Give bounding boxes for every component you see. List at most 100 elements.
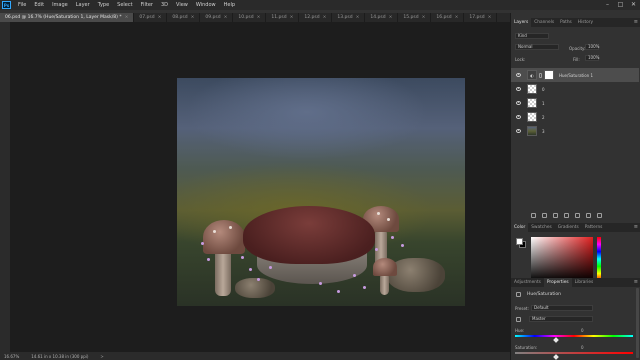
flower bbox=[353, 274, 356, 277]
adjustment-layer-icon[interactable] bbox=[564, 213, 569, 218]
tab-adjustments[interactable]: Adjustments bbox=[511, 278, 544, 287]
panel-menu-icon[interactable]: ≡ bbox=[634, 18, 640, 27]
panel-menu-icon[interactable]: ≡ bbox=[634, 223, 640, 232]
tab-swatches[interactable]: Swatches bbox=[528, 223, 555, 232]
tab-properties[interactable]: Properties bbox=[543, 278, 572, 287]
tab-document[interactable]: 17.psd × bbox=[464, 13, 498, 22]
menu-file[interactable]: File bbox=[14, 0, 30, 10]
tab-document[interactable]: 14.psd × bbox=[365, 13, 399, 22]
tab-history[interactable]: History bbox=[575, 18, 596, 27]
menu-3d[interactable]: 3D bbox=[157, 0, 172, 10]
fx-icon[interactable] bbox=[542, 213, 547, 218]
tab-document[interactable]: 12.psd × bbox=[299, 13, 333, 22]
menu-edit[interactable]: Edit bbox=[30, 0, 48, 10]
menu-view[interactable]: View bbox=[172, 0, 192, 10]
menu-filter[interactable]: Filter bbox=[137, 0, 157, 10]
tab-document[interactable]: 16.psd × bbox=[431, 13, 465, 22]
menu-image[interactable]: Image bbox=[48, 0, 72, 10]
menu-select[interactable]: Select bbox=[113, 0, 136, 10]
targeted-adjustment-icon[interactable] bbox=[516, 317, 521, 322]
close-icon[interactable]: × bbox=[191, 15, 195, 20]
layer-filter-kind[interactable]: Kind bbox=[515, 33, 549, 39]
close-icon[interactable]: × bbox=[488, 15, 492, 20]
tab-document[interactable]: 08.psd × bbox=[167, 13, 201, 22]
flower bbox=[337, 290, 340, 293]
tab-gradients[interactable]: Gradients bbox=[555, 223, 582, 232]
app-logo: Ps bbox=[2, 1, 11, 9]
close-icon[interactable]: × bbox=[356, 15, 360, 20]
cap-spot bbox=[229, 226, 232, 229]
tab-document[interactable]: 09.psd × bbox=[200, 13, 234, 22]
tab-document[interactable]: 10.psd × bbox=[233, 13, 267, 22]
hue-value[interactable]: 0 bbox=[581, 328, 584, 333]
layer-row[interactable]: 1 bbox=[511, 96, 639, 110]
close-icon[interactable]: × bbox=[125, 15, 129, 20]
eye-icon[interactable] bbox=[516, 87, 521, 91]
tab-patterns[interactable]: Patterns bbox=[582, 223, 606, 232]
menu-layer[interactable]: Layer bbox=[72, 0, 94, 10]
tab-document[interactable]: 15.psd × bbox=[398, 13, 432, 22]
eye-icon[interactable] bbox=[516, 115, 521, 119]
preset-select[interactable]: Default bbox=[531, 305, 593, 311]
layer-row[interactable]: ◐ Hue/Saturation 1 bbox=[511, 68, 639, 82]
menu-window[interactable]: Window bbox=[192, 0, 220, 10]
document-canvas[interactable] bbox=[177, 78, 465, 306]
eye-icon[interactable] bbox=[516, 129, 521, 133]
tab-document[interactable]: 07.psd × bbox=[134, 13, 168, 22]
document-tab-bar: 06.psd @ 16.7% (Hue/Saturation 1, Layer … bbox=[0, 13, 510, 22]
opacity-input[interactable]: 100% bbox=[585, 44, 599, 50]
trash-icon[interactable] bbox=[597, 213, 602, 218]
hue-saturation-icon bbox=[516, 292, 521, 297]
link-icon[interactable] bbox=[531, 213, 536, 218]
saturation-slider-track[interactable] bbox=[515, 352, 633, 354]
eye-icon[interactable] bbox=[516, 101, 521, 105]
saturation-slider-thumb[interactable] bbox=[553, 354, 559, 360]
maximize-button[interactable]: □ bbox=[614, 0, 627, 10]
tab-libraries[interactable]: Libraries bbox=[572, 278, 597, 287]
tab-document[interactable]: 13.psd × bbox=[332, 13, 366, 22]
blend-mode-select[interactable]: Normal bbox=[515, 44, 559, 50]
close-icon[interactable]: × bbox=[323, 15, 327, 20]
close-button[interactable]: ✕ bbox=[627, 0, 640, 10]
close-icon[interactable]: × bbox=[158, 15, 162, 20]
status-menu-arrow-icon[interactable]: > bbox=[100, 354, 103, 359]
hue-slider-thumb[interactable] bbox=[553, 337, 559, 343]
mask-icon[interactable] bbox=[553, 213, 558, 218]
minimize-button[interactable]: – bbox=[601, 0, 614, 10]
foreground-color-swatch[interactable] bbox=[516, 238, 523, 245]
panel-menu-icon[interactable]: ≡ bbox=[634, 278, 640, 287]
tab-label: 14.psd bbox=[370, 15, 386, 20]
new-layer-icon[interactable] bbox=[586, 213, 591, 218]
saturation-value[interactable]: 0 bbox=[581, 345, 584, 350]
tab-document[interactable]: 11.psd × bbox=[266, 13, 300, 22]
tab-color[interactable]: Color bbox=[511, 223, 529, 232]
close-icon[interactable]: × bbox=[290, 15, 294, 20]
close-icon[interactable]: × bbox=[257, 15, 261, 20]
menu-help[interactable]: Help bbox=[220, 0, 239, 10]
color-picker-field[interactable] bbox=[531, 237, 593, 281]
chain-icon[interactable] bbox=[539, 72, 542, 78]
menu-type[interactable]: Type bbox=[94, 0, 113, 10]
tab-paths[interactable]: Paths bbox=[557, 18, 575, 27]
hue-slider-track[interactable] bbox=[515, 335, 633, 337]
close-icon[interactable]: × bbox=[422, 15, 426, 20]
layer-row[interactable]: 0 bbox=[511, 82, 639, 96]
hue-slider[interactable] bbox=[597, 237, 601, 281]
layer-thumbnail bbox=[527, 112, 537, 122]
tab-layers[interactable]: Layers bbox=[511, 18, 532, 27]
properties-scrollbar[interactable] bbox=[636, 288, 639, 358]
close-icon[interactable]: × bbox=[455, 15, 459, 20]
layer-mask-thumbnail[interactable] bbox=[544, 70, 554, 80]
folder-icon[interactable] bbox=[575, 213, 580, 218]
tab-document[interactable]: 06.psd @ 16.7% (Hue/Saturation 1, Layer … bbox=[0, 13, 135, 22]
channel-select[interactable]: Master bbox=[529, 316, 593, 322]
right-panel-dock: Layers Channels Paths History ≡ Kind Nor… bbox=[510, 13, 640, 360]
layer-row[interactable]: 3 bbox=[511, 124, 639, 138]
fill-input[interactable]: 100% bbox=[585, 55, 599, 61]
zoom-level[interactable]: 16.67% bbox=[4, 354, 19, 359]
eye-icon[interactable] bbox=[516, 73, 521, 77]
tab-channels[interactable]: Channels bbox=[531, 18, 557, 27]
close-icon[interactable]: × bbox=[389, 15, 393, 20]
layer-row[interactable]: 2 bbox=[511, 110, 639, 124]
close-icon[interactable]: × bbox=[224, 15, 228, 20]
